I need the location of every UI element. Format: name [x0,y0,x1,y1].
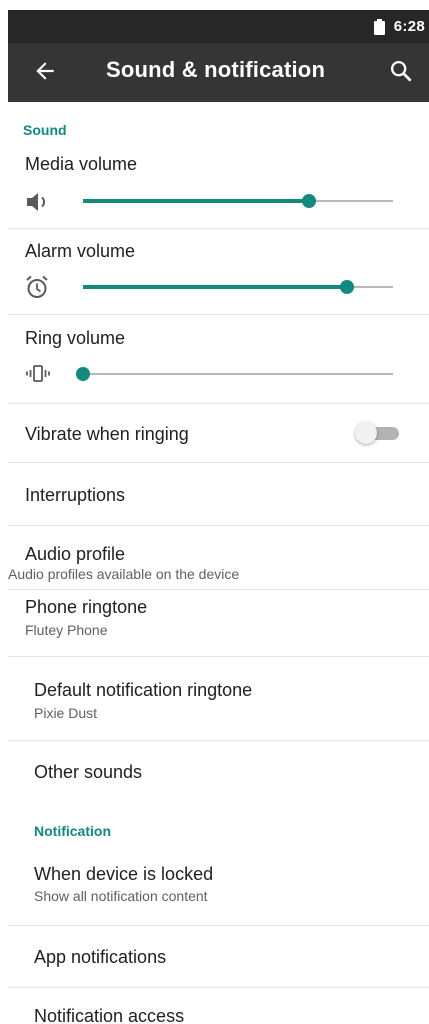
audio-profile-subtitle: Audio profiles available on the device [8,566,240,582]
app-bar: Sound & notification [8,43,429,102]
vibrate-icon[interactable] [24,361,52,387]
ring-volume-label: Ring volume [25,328,126,348]
app-notifications-label: App notifications [34,947,167,967]
page-title: Sound & notification [106,57,326,82]
slider-track [83,373,393,375]
alarm-volume-slider[interactable] [83,276,393,298]
divider [8,525,429,526]
notification-access-label: Notification access [34,1006,185,1024]
audio-profile-label: Audio profile [25,544,126,564]
status-bar: 6:28 [8,10,429,43]
divider [8,987,429,988]
media-volume-slider[interactable] [83,190,393,212]
when-device-locked-subtitle: Show all notification content [34,888,208,904]
alarm-volume-label: Alarm volume [25,241,136,261]
divider [8,589,429,590]
arrow-back-icon[interactable] [32,58,58,84]
interruptions-label: Interruptions [25,485,126,505]
vibrate-when-ringing-toggle[interactable] [355,422,401,444]
divider [8,228,429,229]
slider-fill [83,285,347,289]
status-time: 6:28 [393,18,425,35]
slider-thumb[interactable] [339,280,354,294]
phone-ringtone-label: Phone ringtone [25,597,148,617]
when-device-locked-label: When device is locked [34,864,214,884]
slider-thumb[interactable] [302,194,317,208]
default-notification-ringtone-subtitle: Pixie Dust [34,705,98,721]
divider [8,462,429,463]
media-volume-label: Media volume [25,154,138,174]
phone-screen: 6:28 Sound & notification Sound Media vo… [0,0,429,1024]
alarm-icon[interactable] [24,274,52,300]
divider [8,403,429,404]
divider [8,656,429,657]
divider [8,925,429,926]
slider-fill [83,199,310,203]
divider [8,740,429,741]
search-icon[interactable] [387,57,415,85]
phone-ringtone-subtitle: Flutey Phone [25,622,108,638]
toggle-knob [355,422,377,444]
battery-icon [373,18,385,35]
section-header-sound: Sound [23,122,67,138]
ring-volume-slider[interactable] [76,363,393,385]
section-header-notification: Notification [34,823,111,839]
vibrate-when-ringing-label: Vibrate when ringing [25,424,189,444]
speaker-icon[interactable] [24,189,52,215]
divider [8,314,429,315]
slider-thumb[interactable] [76,367,90,381]
other-sounds-label: Other sounds [34,762,143,782]
default-notification-ringtone-label: Default notification ringtone [34,680,253,700]
